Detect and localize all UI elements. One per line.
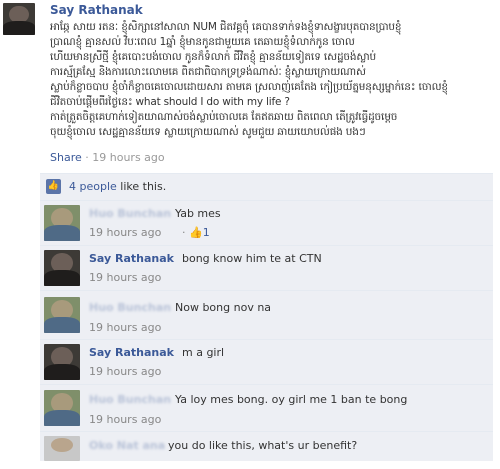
commenter-avatar[interactable] bbox=[44, 344, 80, 380]
comment-item: Huo Bunchan Ya loy mes bong. oy girl me … bbox=[40, 385, 493, 432]
like-suffix: like this. bbox=[120, 180, 167, 193]
comment-author[interactable]: Huo Bunchan bbox=[89, 393, 171, 406]
comment-timestamp[interactable]: 19 hours ago bbox=[89, 226, 161, 239]
post-message-line: កាត់ត្រួតចិត្តគេហាក់ទៀតយាណាស់ចង់ស្លាប់ចោ… bbox=[50, 111, 398, 123]
thumbs-up-icon: 👍 bbox=[189, 226, 203, 239]
comment-text: m a girl bbox=[182, 346, 225, 359]
comment-timestamp[interactable]: 19 hours ago bbox=[89, 271, 161, 284]
commenter-avatar[interactable] bbox=[44, 297, 80, 333]
post-message: អាឆ្កែ សាយ រតនៈ ខ្ញុំសិក្សានៅសាលា NUM ជិ… bbox=[50, 20, 490, 140]
comment-author[interactable]: Oko Nat ana bbox=[89, 439, 165, 452]
commenter-avatar[interactable] bbox=[44, 205, 80, 241]
comment-item: Huo Bunchan Now bong nov na 19 hours ago bbox=[40, 291, 493, 340]
comment-timestamp[interactable]: 19 hours ago bbox=[89, 365, 161, 378]
comment-text: Now bong nov na bbox=[175, 301, 272, 314]
likers-link[interactable]: 4 people bbox=[69, 180, 117, 193]
comment-text: bong know him te at CTN bbox=[182, 252, 322, 265]
comment-text: Yab mes bbox=[175, 207, 221, 220]
comment-likes[interactable]: · 👍1 bbox=[182, 226, 210, 239]
comment-like-count: 1 bbox=[202, 226, 210, 239]
post-message-line: ការស្ម័គ្រស្មែ និងការលោះលោមគេ ពិតជាពិបាក… bbox=[50, 66, 366, 78]
comment-item: Say Rathanak m a girl 19 hours ago bbox=[40, 340, 493, 385]
like-summary: 👍 4 people like this. bbox=[40, 173, 493, 201]
post-author-name[interactable]: Say Rathanak bbox=[50, 3, 143, 17]
like-summary-text: 4 people like this. bbox=[69, 180, 166, 193]
thumbs-up-icon: 👍 bbox=[46, 179, 61, 194]
comment-item: Huo Bunchan Yab mes 19 hours ago · 👍1 bbox=[40, 201, 493, 246]
post-message-line: ជីវិតចាប់ផ្តើមពីរថ្ងៃនេះ what should I d… bbox=[50, 96, 290, 108]
post-message-line: ប្រាណខ្ញុំ គ្មានសល់ វិបៈពេល 1ឆ្នាំ ខ្ញុំ… bbox=[50, 36, 355, 48]
post-message-line: ស្លាប់ក៏ខ្លាចបាប ខ្ញុំចាំក៏ខ្លាចគេចោលដោយ… bbox=[50, 81, 448, 93]
share-link[interactable]: Share bbox=[50, 151, 82, 164]
comment-text: you do like this, what's ur benefit? bbox=[168, 439, 358, 452]
comment-timestamp[interactable]: 19 hours ago bbox=[89, 413, 161, 426]
comment-author[interactable]: Huo Bunchan bbox=[89, 207, 171, 220]
commenter-avatar[interactable] bbox=[44, 390, 80, 426]
comment-text: Ya loy mes bong. oy girl me 1 ban te bon… bbox=[175, 393, 408, 406]
meta-separator: · bbox=[85, 151, 89, 164]
likes-separator: · bbox=[182, 226, 186, 239]
comment-timestamp[interactable]: 19 hours ago bbox=[89, 321, 161, 334]
commenter-avatar[interactable] bbox=[44, 436, 80, 461]
comment-author[interactable]: Huo Bunchan bbox=[89, 301, 171, 314]
post-timestamp[interactable]: 19 hours ago bbox=[92, 151, 164, 164]
post-author-avatar[interactable] bbox=[3, 3, 35, 35]
post-meta: Share · 19 hours ago bbox=[50, 151, 165, 164]
comment-author[interactable]: Say Rathanak bbox=[89, 346, 174, 359]
post-message-line: អាឆ្កែ សាយ រតនៈ ខ្ញុំសិក្សានៅសាលា NUM ជិ… bbox=[50, 21, 402, 33]
feedback-section: 👍 4 people like this. Huo Bunchan Yab me… bbox=[40, 171, 493, 461]
comment-author[interactable]: Say Rathanak bbox=[89, 252, 174, 265]
comment-item: Oko Nat ana you do like this, what's ur … bbox=[40, 432, 493, 461]
commenter-avatar[interactable] bbox=[44, 250, 80, 286]
post-message-line: ហើយមានស្រីថ្មី ខ្ញុំគេបោះបង់ចោល កូនក៏ទំល… bbox=[50, 51, 376, 63]
comment-item: Say Rathanak bong know him te at CTN 19 … bbox=[40, 246, 493, 291]
post-message-line: ចុយខ្ញុំចោល សេដ្ឋគ្មានន័យទេ ស្លាយក្រោយណា… bbox=[50, 126, 366, 138]
